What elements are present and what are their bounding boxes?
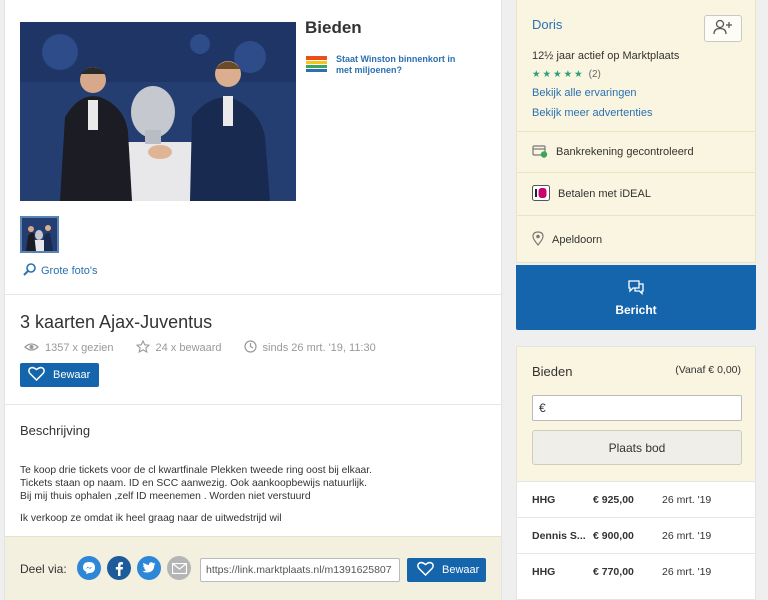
seller-name[interactable]: Doris (532, 17, 562, 32)
location-text: Apeldoorn (552, 233, 603, 246)
bid-minimum: (Vanaf € 0,00) (675, 364, 741, 376)
share-link-input[interactable] (200, 558, 400, 582)
bidding-box: Bieden (Vanaf € 0,00) Plaats bod HHG € 9… (516, 346, 756, 600)
date-stat: sinds 26 mrt. '19, 11:30 (243, 340, 376, 356)
description-heading: Beschrijving (20, 423, 91, 438)
save-button-bottom[interactable]: Bewaar (407, 558, 486, 582)
bid-date: 26 mrt. '19 (662, 493, 712, 506)
bid-amount-input[interactable] (532, 395, 742, 421)
save-button-label: Bewaar (442, 564, 480, 576)
large-photos-label: Grote foto's (41, 265, 98, 277)
sponsored-ad[interactable]: Staat Winston binnenkort in met miljoene… (305, 54, 465, 76)
description-line: Tickets staan op naam. ID en SCC aanwezi… (20, 478, 368, 489)
place-bid-button[interactable]: Plaats bod (532, 430, 742, 465)
lottery-logo-icon (305, 54, 328, 74)
bank-verified-text: Bankrekening gecontroleerd (556, 146, 694, 158)
photo-section: Grote foto's Bieden Staat Winston binnen… (5, 0, 501, 295)
bank-check-icon (532, 144, 548, 161)
main-photo[interactable] (20, 22, 296, 201)
bid-date: 26 mrt. '19 (662, 529, 712, 542)
bid-row: HHG € 925,00 26 mrt. '19 (517, 481, 755, 517)
saved-stat: 24 x bewaard (135, 339, 222, 356)
ad-text: Staat Winston binnenkort in met miljoene… (336, 54, 456, 75)
bidder-name[interactable]: Dennis S... (532, 530, 587, 542)
saved-count: 24 x bewaard (155, 342, 222, 354)
posted-date: sinds 26 mrt. '19, 11:30 (262, 342, 376, 354)
location-row: Apeldoorn (517, 215, 755, 263)
ideal-text: Betalen met iDEAL (558, 188, 651, 200)
star-icon: ★ (574, 69, 583, 80)
seller-card: Doris 12½ jaar actief op Marktplaats ★ ★… (516, 0, 756, 263)
bidder-name[interactable]: HHG (532, 566, 587, 578)
views-stat: 1357 x gezien (24, 342, 114, 355)
save-button-label: Bewaar (53, 369, 91, 381)
bid-amount: € 900,00 (593, 529, 634, 542)
bank-verified-row: Bankrekening gecontroleerd (517, 131, 755, 172)
description-line: Ik verkoop ze omdat ik heel graag naar d… (20, 513, 282, 524)
ideal-icon (532, 184, 550, 204)
views-count: 1357 x gezien (45, 342, 114, 354)
star-icon: ★ (542, 69, 552, 80)
bid-amount: € 925,00 (593, 493, 634, 506)
seller-rating: ★ ★ ★ ★ ★ (2) (532, 69, 601, 80)
share-label: Deel via: (20, 562, 67, 576)
bidding-title: Bieden (532, 364, 573, 379)
clock-icon (243, 340, 257, 356)
bid-date: 26 mrt. '19 (662, 565, 712, 578)
bid-row: Dennis S... € 900,00 26 mrt. '19 (517, 517, 755, 553)
bid-row: HHG € 770,00 26 mrt. '19 (517, 553, 755, 589)
message-button[interactable]: Bericht (516, 265, 756, 330)
email-icon[interactable] (167, 556, 191, 580)
star-icon (135, 339, 150, 356)
description-line: Te koop drie tickets voor de cl kwartfin… (20, 465, 372, 476)
star-icon: ★ (532, 69, 541, 80)
share-icons (77, 556, 191, 580)
more-ads-link[interactable]: Bekijk meer advertenties (532, 107, 652, 119)
ideal-row: Betalen met iDEAL (517, 172, 755, 215)
description-line: Bij mij thuis ophalen ,zelf ID meenemen … (20, 491, 311, 502)
heart-icon (417, 561, 434, 579)
follow-seller-button[interactable] (704, 15, 742, 42)
add-user-icon (713, 19, 733, 38)
messenger-icon[interactable] (77, 556, 101, 580)
bidder-name[interactable]: HHG (532, 494, 587, 506)
seller-active-years: 12½ jaar actief op Marktplaats (532, 50, 680, 62)
eye-icon (24, 342, 39, 355)
share-bar: Deel via: Bewaar (5, 536, 501, 600)
facebook-icon[interactable] (107, 556, 131, 580)
chat-icon (627, 279, 645, 298)
listing-stats: 1357 x gezien 24 x bewaard sinds 26 mrt.… (24, 339, 398, 356)
bieden-heading: Bieden (305, 18, 362, 37)
twitter-icon[interactable] (137, 556, 161, 580)
bid-amount: € 770,00 (593, 565, 634, 578)
star-icon: ★ (563, 69, 573, 80)
location-pin-icon (532, 230, 544, 249)
title-section: 3 kaarten Ajax-Juventus 1357 x gezien 24… (5, 295, 501, 405)
large-photos-link[interactable]: Grote foto's (23, 263, 98, 279)
listing-title: 3 kaarten Ajax-Juventus (20, 312, 213, 332)
photo-thumbnail[interactable] (20, 216, 59, 253)
listing-main: Grote foto's Bieden Staat Winston binnen… (4, 0, 502, 600)
bid-form: Bieden (Vanaf € 0,00) Plaats bod (517, 347, 755, 481)
rating-count: (2) (588, 69, 601, 80)
all-reviews-link[interactable]: Bekijk alle ervaringen (532, 87, 637, 99)
magnifier-icon (23, 263, 36, 279)
message-button-label: Bericht (615, 302, 657, 317)
description-section: Beschrijving Te koop drie tickets voor d… (5, 405, 501, 539)
star-icon: ★ (553, 69, 562, 80)
description-text: Te koop drie tickets voor de cl kwartfin… (20, 464, 490, 525)
heart-icon (28, 366, 45, 384)
save-button[interactable]: Bewaar (20, 363, 99, 387)
